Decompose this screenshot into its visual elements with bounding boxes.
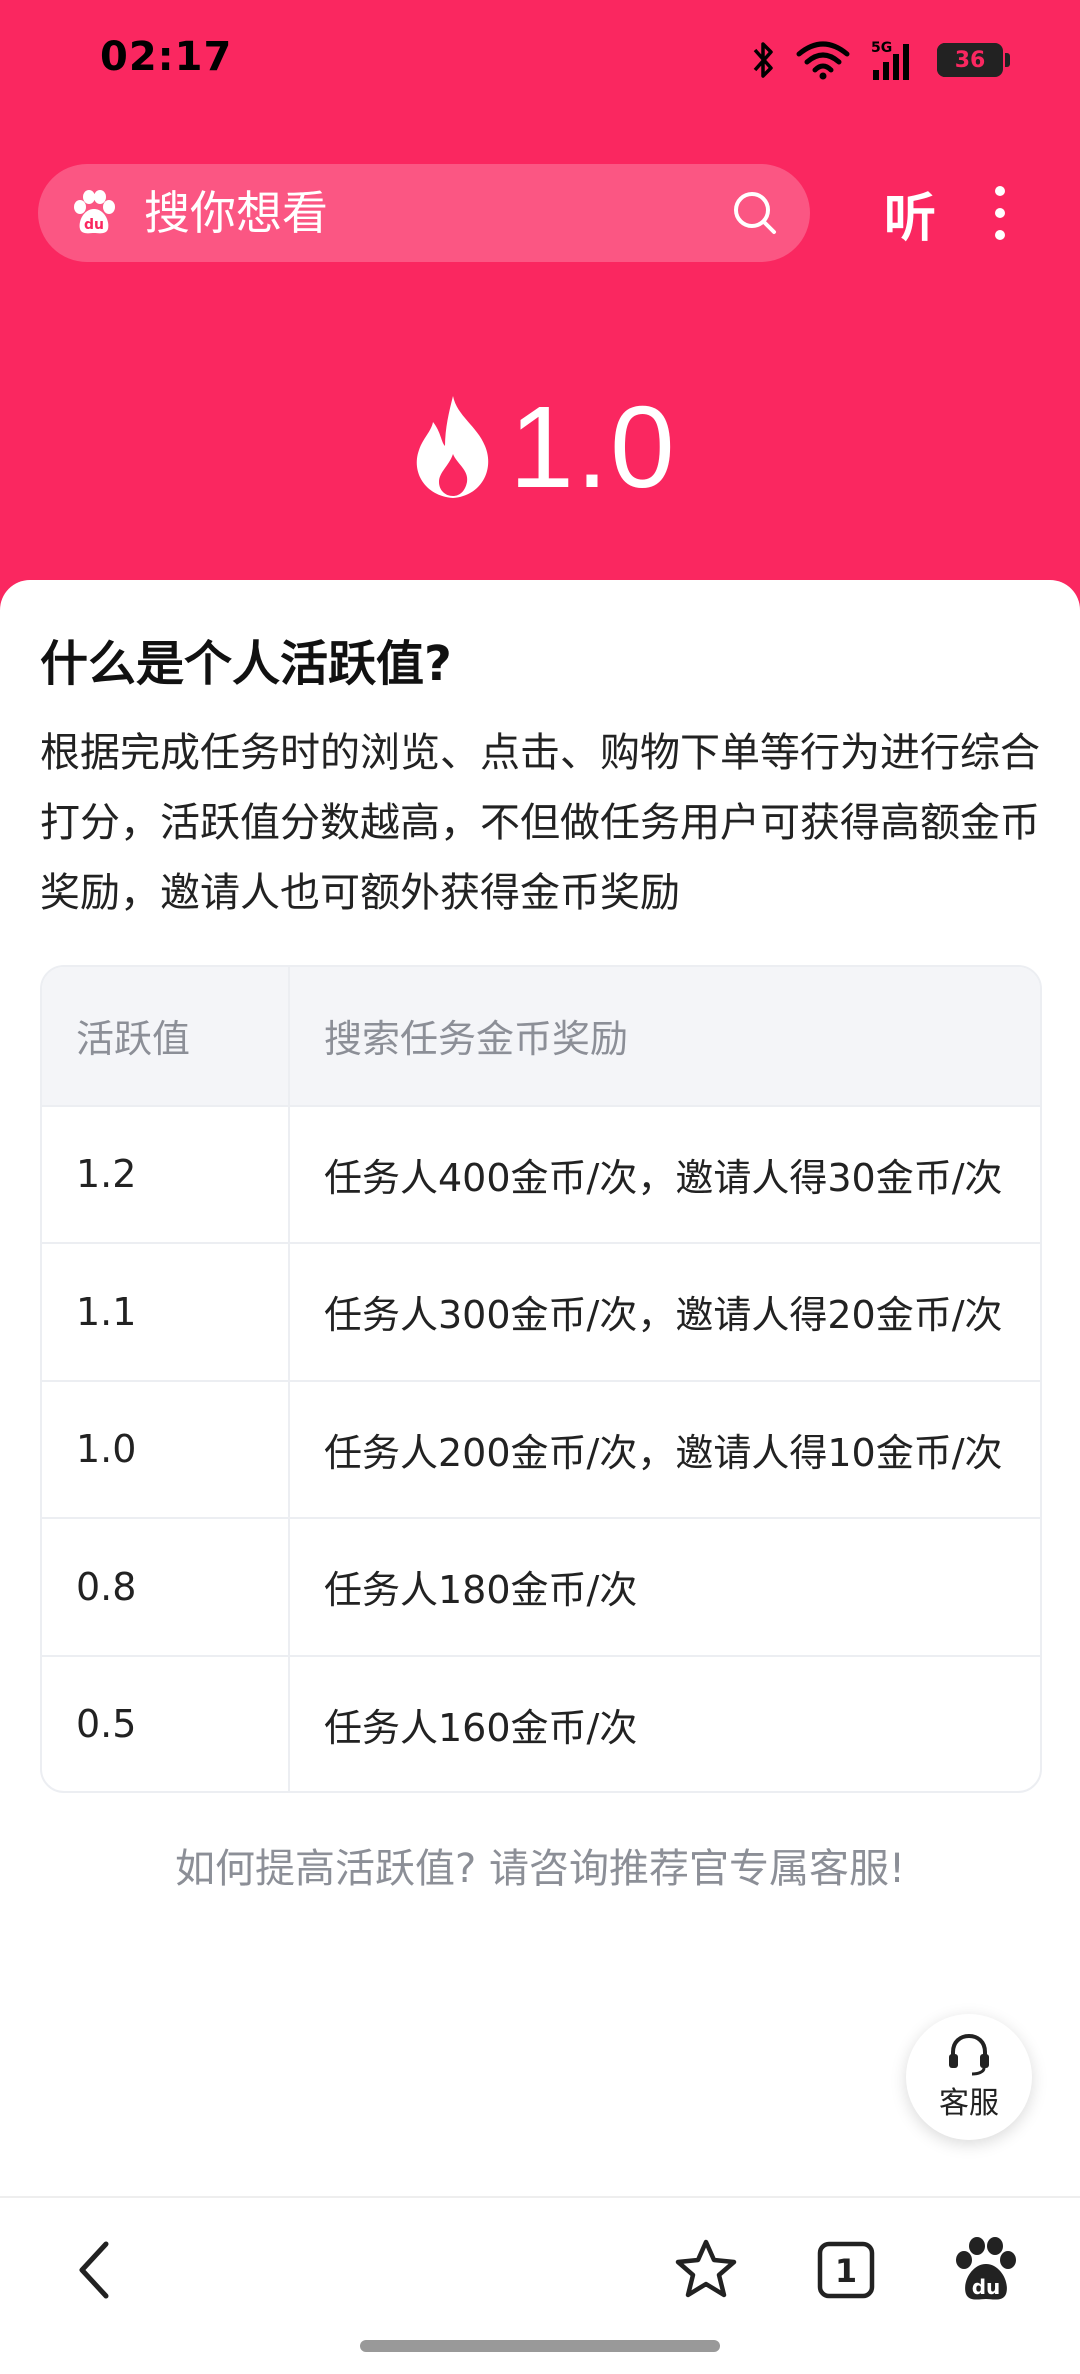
more-vertical-icon xyxy=(995,186,1006,240)
baidu-home-button[interactable]: du xyxy=(948,2232,1024,2308)
tabs-button[interactable]: 1 xyxy=(808,2232,884,2308)
table-header-row: 活跃值 搜索任务金币奖励 xyxy=(42,967,1040,1105)
table-cell: 1.2 xyxy=(42,1106,290,1242)
status-time: 02:17 xyxy=(100,34,233,80)
baidu-paw-icon: du xyxy=(956,2237,1016,2300)
battery-percent: 36 xyxy=(954,47,986,73)
search-row: du 听 xyxy=(38,164,1042,262)
table-row: 0.8 任务人180金币/次 xyxy=(42,1517,1040,1655)
table-header-cell: 搜索任务金币奖励 xyxy=(324,1017,629,1062)
search-box[interactable]: du xyxy=(38,164,810,262)
status-bar: 02:17 5G 36 xyxy=(0,0,1080,120)
score-value: 1.0 xyxy=(509,382,677,512)
status-icons: 5G 36 xyxy=(751,38,1010,82)
table-cell: 任务人200金币/次，邀请人得10金币/次 xyxy=(324,1430,1003,1475)
card-title: 什么是个人活跃值? xyxy=(40,636,452,692)
signal-icon: 5G xyxy=(871,40,909,80)
tabs-icon: 1 xyxy=(817,2241,875,2299)
bluetooth-icon xyxy=(753,42,773,78)
search-icon[interactable] xyxy=(730,188,780,238)
activity-score: 1.0 xyxy=(0,380,1080,514)
headset-icon xyxy=(949,2033,989,2076)
home-indicator[interactable] xyxy=(360,2340,720,2352)
info-card: 什么是个人活跃值? 根据完成任务时的浏览、点击、购物下单等行为进行综合打分，活跃… xyxy=(0,580,1080,2200)
star-icon xyxy=(675,2239,737,2298)
table-row: 1.1 任务人300金币/次，邀请人得20金币/次 xyxy=(42,1242,1040,1380)
table-row: 1.0 任务人200金币/次，邀请人得10金币/次 xyxy=(42,1379,1040,1517)
table-row: 1.2 任务人400金币/次，邀请人得30金币/次 xyxy=(42,1104,1040,1242)
table-cell: 任务人300金币/次，邀请人得20金币/次 xyxy=(324,1293,1003,1338)
table-row: 0.5 任务人160金币/次 xyxy=(42,1654,1040,1791)
table-cell: 1.1 xyxy=(42,1244,290,1380)
screen: 02:17 5G 36 du 搜你想看 听 1.0 什么是个人活跃值? 根据完成… xyxy=(0,0,1080,2374)
back-button[interactable] xyxy=(60,2232,136,2308)
back-arrow-icon xyxy=(79,2241,109,2299)
table-cell: 1.0 xyxy=(42,1381,290,1517)
footer-note: 如何提高活跃值? 请咨询推荐官专属客服! xyxy=(175,1846,905,1892)
baidu-paw-icon: du xyxy=(74,190,115,234)
bookmark-button[interactable] xyxy=(668,2232,744,2308)
reward-table: 活跃值 搜索任务金币奖励 1.2 任务人400金币/次，邀请人得30金币/次 1… xyxy=(40,965,1042,1793)
network-label: 5G xyxy=(871,40,892,56)
search-input[interactable] xyxy=(144,186,730,240)
wifi-icon xyxy=(796,41,850,80)
table-cell: 0.5 xyxy=(42,1656,290,1791)
table-cell: 任务人400金币/次，邀请人得30金币/次 xyxy=(324,1155,1003,1200)
customer-service-button[interactable]: 客服 xyxy=(906,2014,1032,2140)
battery-icon: 36 xyxy=(937,43,1003,77)
table-cell: 0.8 xyxy=(42,1519,290,1655)
customer-service-label: 客服 xyxy=(939,2087,999,2120)
tab-count: 1 xyxy=(835,2252,857,2290)
table-header-cell: 活跃值 xyxy=(42,967,290,1105)
battery-tip xyxy=(1005,53,1010,67)
more-menu-button[interactable] xyxy=(990,183,1010,243)
svg-text:du: du xyxy=(972,2275,1001,2299)
table-cell: 任务人180金币/次 xyxy=(324,1568,638,1613)
svg-text:du: du xyxy=(84,217,104,233)
flame-icon xyxy=(417,396,489,498)
table-cell: 任务人160金币/次 xyxy=(324,1705,638,1750)
card-description: 根据完成任务时的浏览、点击、购物下单等行为进行综合打分，活跃值分数越高，不但做任… xyxy=(40,730,1040,916)
listen-button[interactable]: 听 xyxy=(884,176,936,251)
header-banner: 02:17 5G 36 du 搜你想看 听 1.0 xyxy=(0,0,1080,640)
